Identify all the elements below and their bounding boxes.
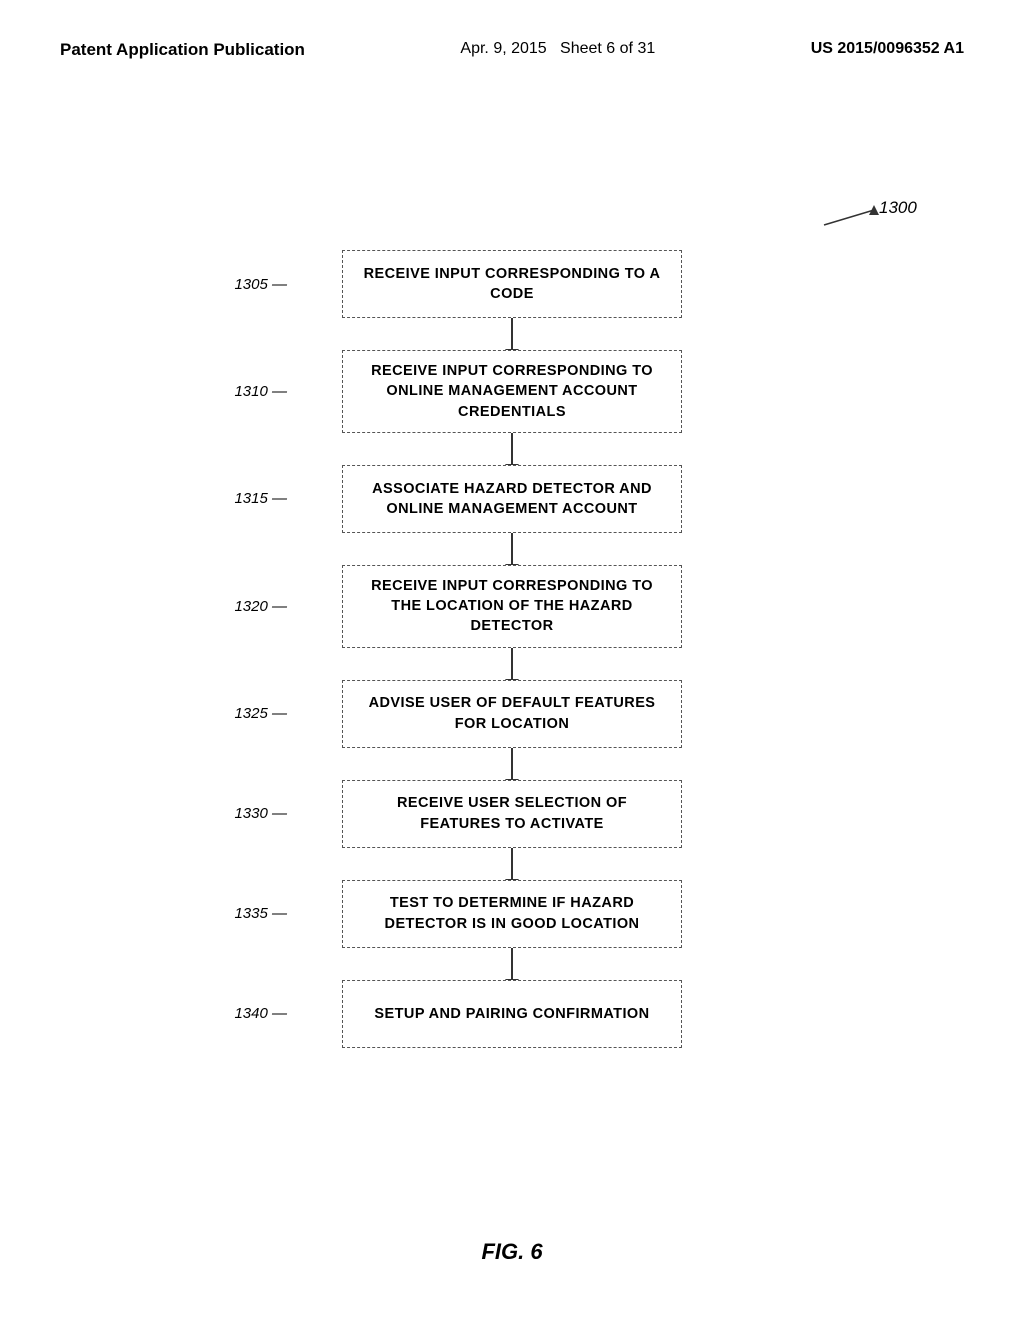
step-1340: 1340 — SETUP AND PAIRING CONFIRMATION (292, 980, 732, 1048)
step-box-1325: ADVISE USER OF DEFAULT FEATURES FOR LOCA… (342, 680, 682, 748)
step-label-1325: 1325 — (197, 705, 287, 722)
step-box-1310: RECEIVE INPUT CORRESPONDING TO ONLINE MA… (342, 350, 682, 433)
step-1335: 1335 — TEST TO DETERMINE IF HAZARD DETEC… (292, 880, 732, 948)
step-label-1305: 1305 — (197, 276, 287, 293)
step-box-1305: RECEIVE INPUT CORRESPONDING TO A CODE (342, 250, 682, 318)
step-box-1315: ASSOCIATE HAZARD DETECTOR AND ONLINE MAN… (342, 465, 682, 533)
arrow-1320-1325 (511, 648, 513, 680)
step-1315: 1315 — ASSOCIATE HAZARD DETECTOR AND ONL… (292, 465, 732, 533)
page-header: Patent Application Publication Apr. 9, 2… (0, 0, 1024, 60)
step-label-1340: 1340 — (197, 1005, 287, 1022)
step-1310: 1310 — RECEIVE INPUT CORRESPONDING TO ON… (292, 350, 732, 433)
main-arrow-label: 1300 (794, 195, 924, 235)
flow-diagram: 1305 — RECEIVE INPUT CORRESPONDING TO A … (292, 250, 732, 1048)
step-box-1340: SETUP AND PAIRING CONFIRMATION (342, 980, 682, 1048)
svg-text:1300: 1300 (879, 198, 917, 217)
diagram-area: 1300 1305 — RECEIVE INPUT CORRESPONDING … (0, 100, 1024, 1250)
arrow-1310-1315 (511, 433, 513, 465)
arrow-1325-1330 (511, 748, 513, 780)
publication-date: Apr. 9, 2015 Sheet 6 of 31 (460, 40, 655, 58)
arrow-1335-1340 (511, 948, 513, 980)
step-1305: 1305 — RECEIVE INPUT CORRESPONDING TO A … (292, 250, 732, 318)
step-box-1320: RECEIVE INPUT CORRESPONDING TO THE LOCAT… (342, 565, 682, 648)
patent-number: US 2015/0096352 A1 (811, 40, 964, 58)
step-label-1310: 1310 — (197, 383, 287, 400)
arrow-1315-1320 (511, 533, 513, 565)
step-box-1330: RECEIVE USER SELECTION OF FEATURES TO AC… (342, 780, 682, 848)
figure-caption: FIG. 6 (481, 1239, 542, 1265)
step-label-1320: 1320 — (197, 598, 287, 615)
step-1325: 1325 — ADVISE USER OF DEFAULT FEATURES F… (292, 680, 732, 748)
step-label-1315: 1315 — (197, 490, 287, 507)
step-1320: 1320 — RECEIVE INPUT CORRESPONDING TO TH… (292, 565, 732, 648)
step-1330: 1330 — RECEIVE USER SELECTION OF FEATURE… (292, 780, 732, 848)
publication-title: Patent Application Publication (60, 40, 305, 60)
arrow-1330-1335 (511, 848, 513, 880)
step-label-1335: 1335 — (197, 905, 287, 922)
arrow-1305-1310 (511, 318, 513, 350)
step-box-1335: TEST TO DETERMINE IF HAZARD DETECTOR IS … (342, 880, 682, 948)
step-label-1330: 1330 — (197, 805, 287, 822)
